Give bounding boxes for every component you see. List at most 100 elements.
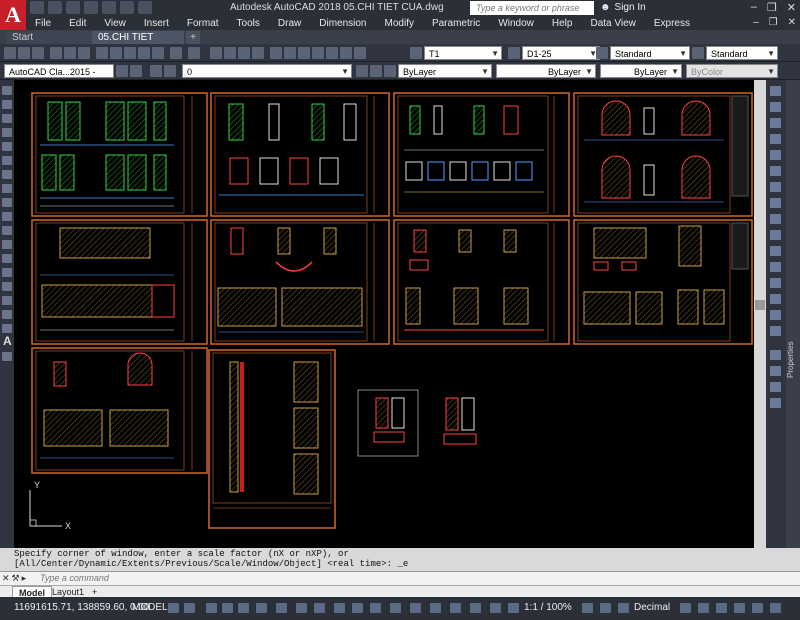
menu-file[interactable]: File [26,18,60,29]
fillet-icon[interactable] [770,310,781,320]
open-icon[interactable] [48,1,62,14]
drawing-sheet[interactable] [31,219,208,345]
lightbulb-icon[interactable] [164,65,176,77]
plot-icon[interactable] [50,47,62,59]
3d-osnap-icon[interactable] [390,603,401,613]
help-icon[interactable] [354,47,366,59]
drawing-sheet[interactable] [573,92,753,217]
grid-icon[interactable] [168,603,179,613]
redo-icon[interactable] [188,47,200,59]
workspace-switch-icon[interactable] [582,603,593,613]
join-icon[interactable] [770,278,781,288]
publish-icon[interactable] [78,47,90,59]
isometric-icon[interactable] [276,603,287,613]
rectangle-icon[interactable] [2,142,12,151]
spline-icon[interactable] [2,198,12,207]
transparency-icon[interactable] [352,603,363,613]
plus-icon[interactable] [618,603,629,613]
isolate-objects-icon[interactable] [716,603,727,613]
extend-icon[interactable] [770,246,781,256]
plot-icon[interactable] [102,1,116,14]
workspace-settings-icon[interactable] [116,65,128,77]
tool-palettes-icon[interactable] [298,47,310,59]
close-icon[interactable]: ✕ [787,1,796,14]
hatch-icon[interactable] [2,282,12,291]
offset-icon[interactable] [770,134,781,144]
command-line[interactable]: ✕ ⚒ ▸ Type a command [0,571,800,585]
drawing-sheet[interactable] [573,219,753,345]
save-icon[interactable] [32,47,44,59]
save-icon[interactable] [66,1,80,14]
markup-icon[interactable] [326,47,338,59]
menu-parametric[interactable]: Parametric [423,18,489,29]
arc-icon[interactable] [2,156,12,165]
trim-icon[interactable] [770,230,781,240]
lengthen-icon[interactable] [770,398,781,408]
detail-block[interactable] [443,397,477,445]
array-icon[interactable] [770,150,781,160]
workspace-select[interactable]: AutoCAD Cla...2015 - Englisl [4,64,114,91]
undo-icon[interactable] [170,47,182,59]
graphics-performance-icon[interactable] [734,603,745,613]
layer-previous-icon[interactable] [370,65,382,77]
revision-cloud-icon[interactable] [2,184,12,193]
ortho-icon[interactable] [238,603,249,613]
vertical-scrollbar[interactable] [754,80,766,550]
lineweight-icon[interactable] [334,603,345,613]
circle-icon[interactable] [2,170,12,179]
model-space-button[interactable]: MODEL [132,602,168,613]
layer-properties-icon[interactable] [150,65,162,77]
quickcalc-icon[interactable] [340,47,352,59]
properties-icon[interactable] [270,47,282,59]
menu-view[interactable]: View [95,18,135,29]
menu-format[interactable]: Format [178,18,228,29]
wrench-icon[interactable]: ⚒ [12,573,20,584]
text-style-select[interactable]: T1 ▼ [424,46,502,60]
multiline-text-icon[interactable]: A [3,334,12,348]
menu-window[interactable]: Window [489,18,543,29]
doc-close-icon[interactable]: ✕ [788,17,796,28]
plot-preview-icon[interactable] [64,47,76,59]
ellipse-arc-icon[interactable] [2,226,12,235]
make-current-icon[interactable] [356,65,368,77]
sign-in-button[interactable]: ☻ Sign In [600,2,646,13]
align-icon[interactable] [770,382,781,392]
table-style-select[interactable]: Standard ▼ [610,46,690,60]
annotation-scale-icon[interactable] [508,603,519,613]
drawing-sheet[interactable] [31,347,208,474]
table-icon[interactable] [2,324,12,333]
properties-palette-strip[interactable] [786,80,800,550]
draworder-icon[interactable] [770,350,781,360]
lineweight-select[interactable]: ByLayer ▼ [600,64,682,78]
line-icon[interactable] [2,86,12,95]
annotation-monitor-icon[interactable] [600,603,611,613]
detail-block[interactable] [357,389,419,457]
units-value[interactable]: Decimal [634,602,670,613]
selection-filter-icon[interactable] [430,603,441,613]
menu-modify[interactable]: Modify [376,18,423,29]
ellipse-icon[interactable] [2,212,12,221]
stretch-icon[interactable] [770,214,781,224]
block-editor-icon[interactable] [152,47,164,59]
workspace-dropdown-icon[interactable] [130,65,142,77]
gizmo-icon[interactable] [450,603,461,613]
dynamic-ucs-icon[interactable] [410,603,421,613]
color-select[interactable]: ByLayer ▼ [398,64,492,78]
copy-object-icon[interactable] [770,102,781,112]
tab-drawing[interactable]: 05.CHI TIET CUA* [92,31,184,56]
doc-minimize-icon[interactable]: – [753,17,759,28]
make-block-icon[interactable] [2,254,12,263]
object-snap-icon[interactable] [314,603,325,613]
multileader-style-select[interactable]: Standard ▼ [706,46,778,60]
auto-scale-icon[interactable] [490,603,501,613]
erase-icon[interactable] [770,86,781,96]
dim-style-select[interactable]: D1-25 ▼ [522,46,600,60]
snap-icon[interactable] [184,603,195,613]
save-as-icon[interactable] [84,1,98,14]
coordinates-readout[interactable]: 11691615.71, 138859.60, 0.00 [14,602,150,613]
qnew-icon[interactable] [4,47,16,59]
open-icon[interactable] [18,47,30,59]
gradient-icon[interactable] [2,296,12,305]
layer-select[interactable]: 0 ▼ [182,64,352,78]
rotate-icon[interactable] [770,182,781,192]
